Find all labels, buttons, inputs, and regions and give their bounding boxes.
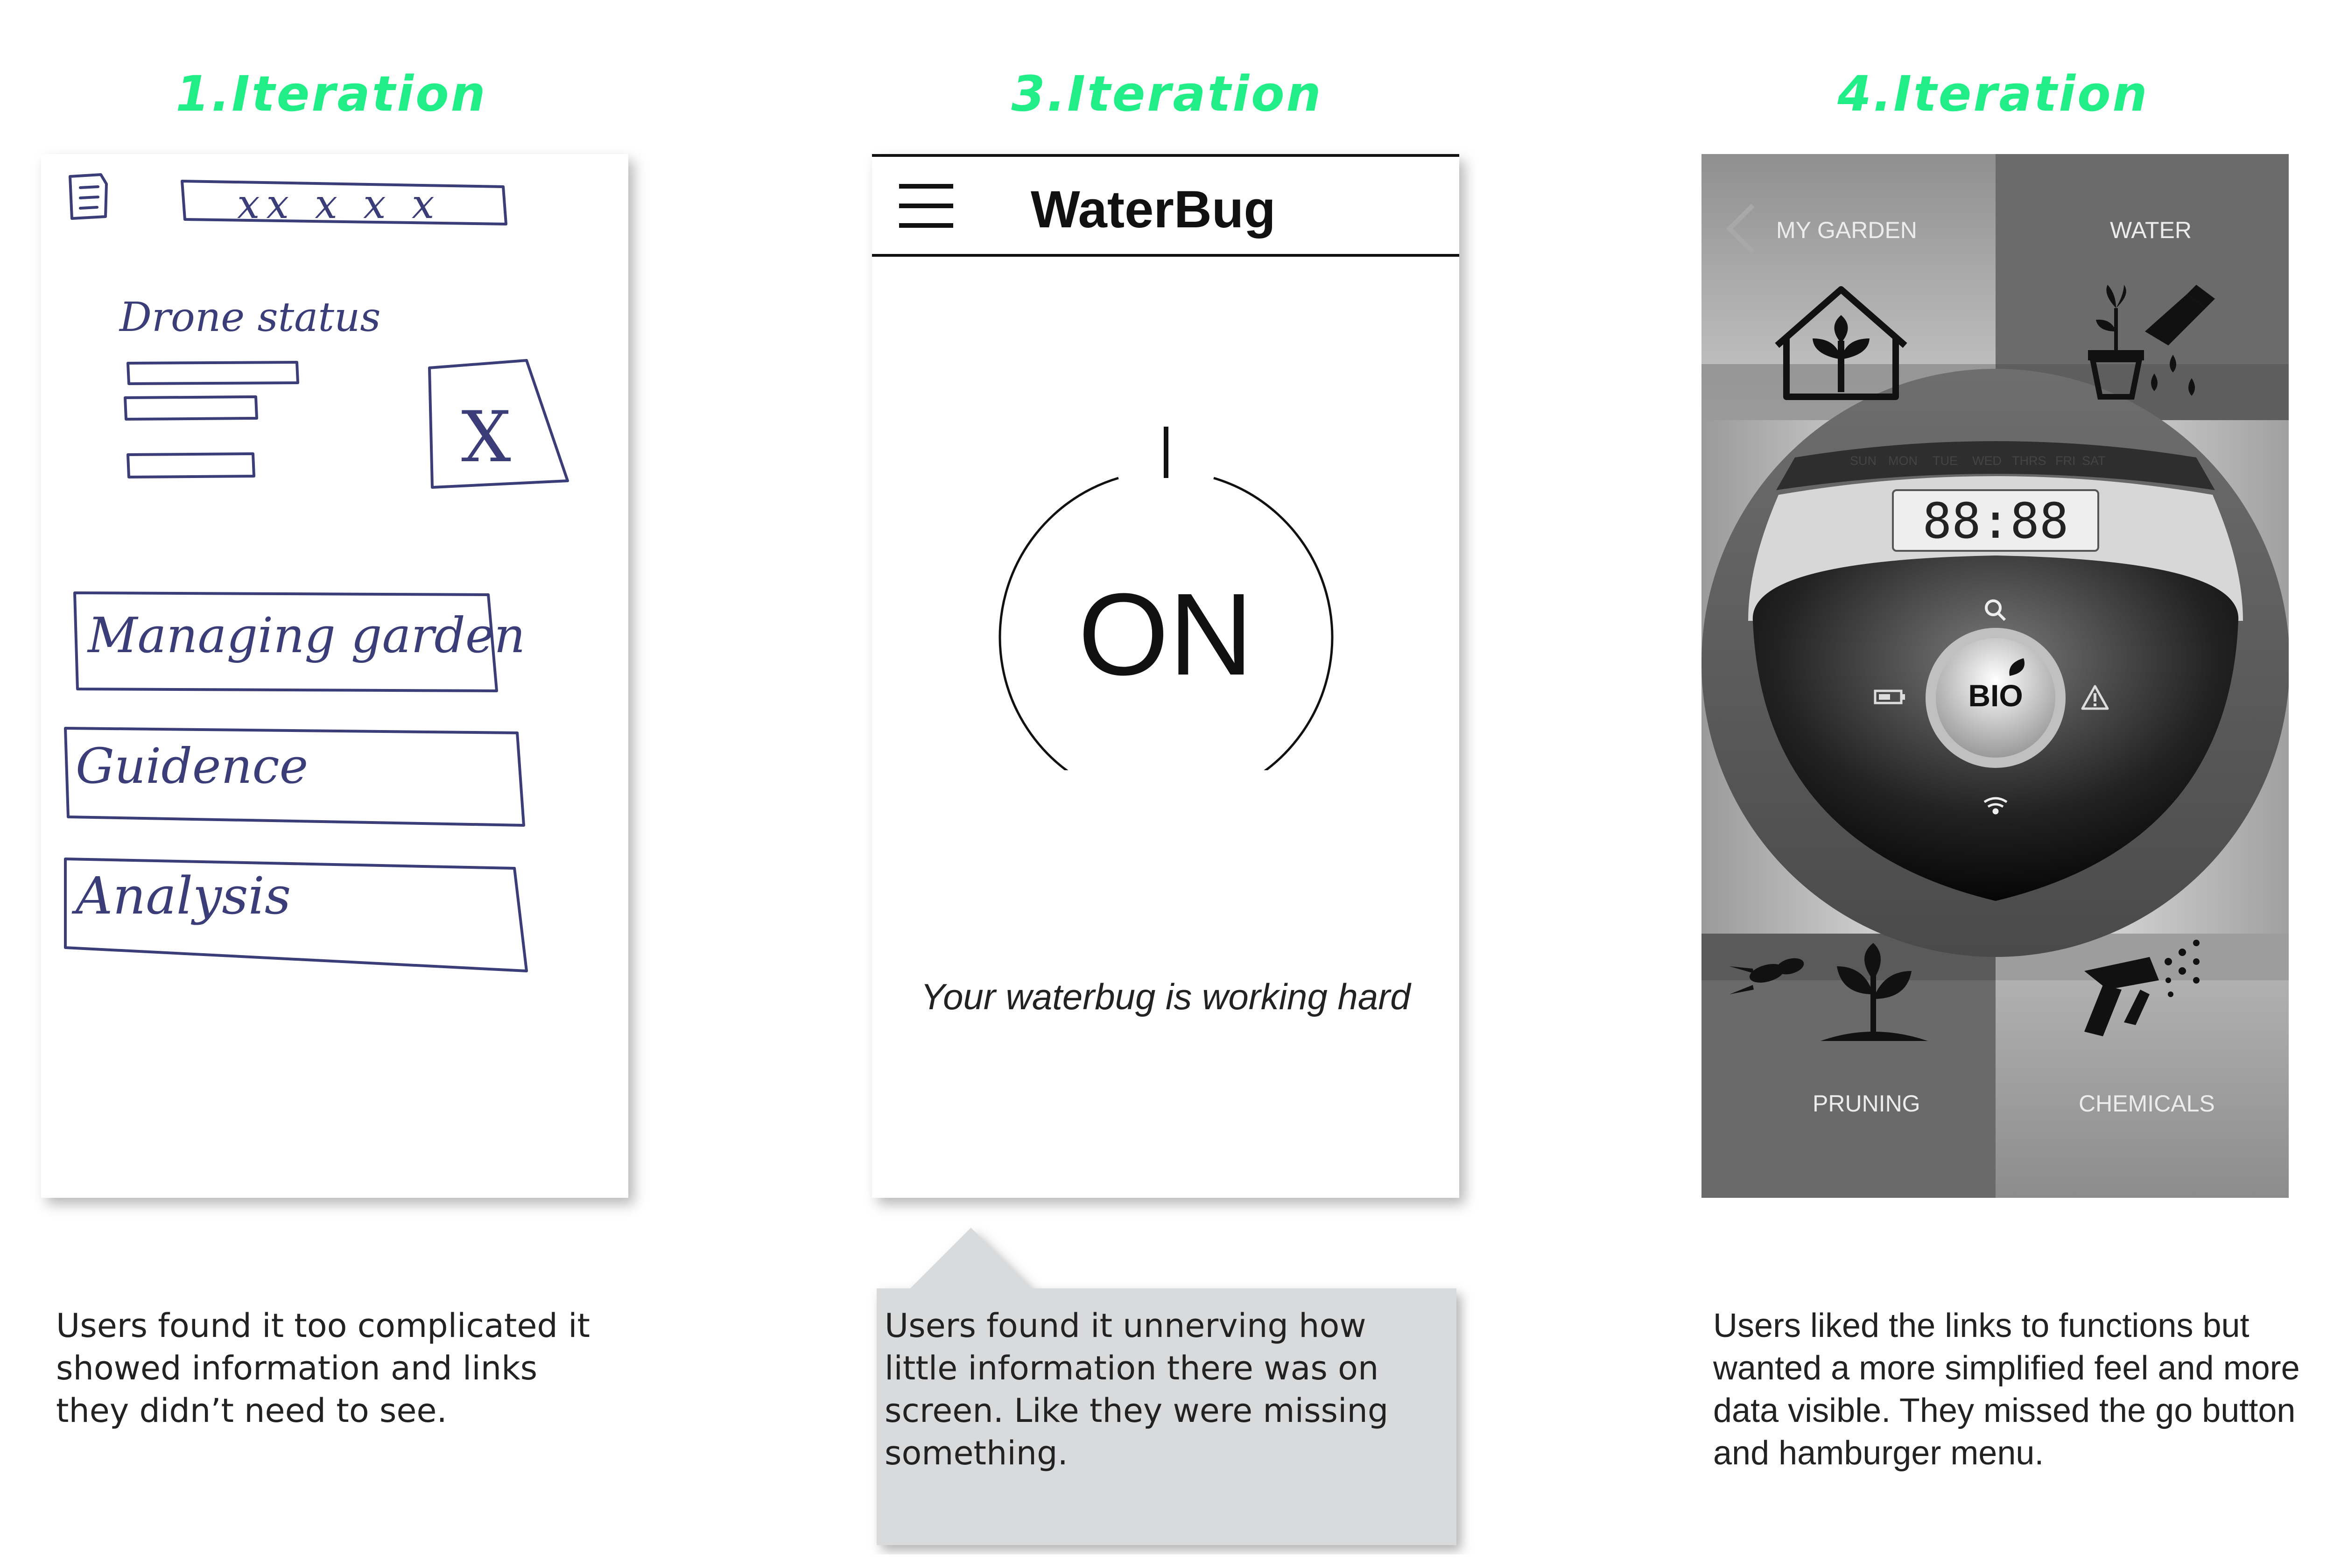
tile-water[interactable]: WATER: [2110, 217, 2192, 244]
clock-display: 88:88: [1922, 492, 2069, 549]
dashboard-graphics: [1701, 154, 2289, 1198]
day-wed[interactable]: WED: [1972, 454, 2002, 468]
caption-iteration-4: Users liked the links to functions but w…: [1713, 1307, 2300, 1472]
status-message: Your waterbug is working hard: [921, 976, 1411, 1017]
bio-button[interactable]: BIO: [1949, 678, 2042, 713]
caption-iteration-1: Users found it too complicated it showed…: [56, 1307, 590, 1430]
caption-iteration-3: Users found it unnerving how little info…: [885, 1307, 1389, 1472]
power-state-label: ON: [1078, 569, 1253, 699]
sketch-button-analysis: Analysis: [76, 866, 291, 926]
day-thrs[interactable]: THRS: [2012, 454, 2046, 468]
day-tue[interactable]: TUE: [1933, 454, 1958, 468]
app-title: WaterBug: [1031, 180, 1276, 239]
sketch-drone-status: Drone status: [120, 294, 381, 341]
day-fri[interactable]: FRI: [2055, 454, 2076, 468]
sketch-button-managing-garden: Managing garden: [88, 607, 526, 664]
waterbug-dashboard-screen: MY GARDEN WATER PRUNING CHEMICALS SUN MO…: [1701, 154, 2289, 1198]
app-header: WaterBug: [872, 154, 1459, 257]
sketch-button-guidence: Guidence: [76, 738, 309, 795]
day-sat[interactable]: SAT: [2082, 454, 2106, 468]
status-bar-3: [127, 452, 255, 478]
day-sun[interactable]: SUN: [1850, 454, 1877, 468]
tile-pruning[interactable]: PRUNING: [1813, 1090, 1920, 1117]
iteration-3-title: 3.Iteration: [1011, 65, 1323, 122]
tile-chemicals[interactable]: CHEMICALS: [2079, 1090, 2215, 1117]
waterbug-minimal-screen: WaterBug ON Your waterbug is working har…: [872, 154, 1459, 1198]
note-icon: [69, 173, 108, 220]
sketch-wireframe: xx x x x Drone status X Managing garden …: [41, 154, 628, 1198]
status-bar-2: [124, 395, 258, 421]
sketch-placeholder-mark: X: [461, 397, 511, 478]
day-mon[interactable]: MON: [1888, 454, 1918, 468]
status-bar-1: [127, 361, 299, 385]
sketch-search-text: xx x x x: [237, 181, 441, 228]
iteration-4-title: 4.Iteration: [1837, 65, 2149, 122]
iteration-1-title: 1.Iteration: [176, 65, 487, 122]
power-switch-line: [1164, 427, 1168, 478]
tile-my-garden[interactable]: MY GARDEN: [1776, 217, 1917, 244]
